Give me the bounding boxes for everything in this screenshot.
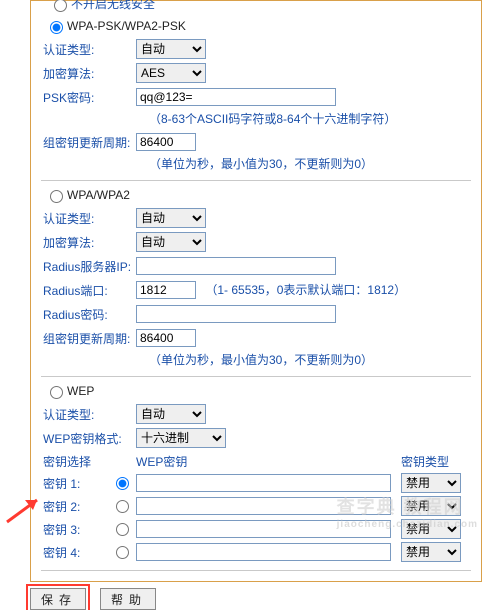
wep-header-row: 密钥选择 WEP密钥 密钥类型 <box>41 453 471 470</box>
security-radio-none[interactable] <box>54 0 67 12</box>
wep-key-row-3: 密钥 3: 禁用 <box>41 519 471 539</box>
save-button[interactable]: 保存 <box>30 588 86 610</box>
separator-1 <box>41 180 471 181</box>
wep-key-radio-3[interactable] <box>116 523 129 536</box>
wep-key-label-3: 密钥 3: <box>41 521 111 538</box>
wpa-gkp-input[interactable] <box>136 329 196 347</box>
security-option-wpa[interactable]: WPA/WPA2 <box>45 187 471 203</box>
wep-key-input-2[interactable] <box>136 497 391 515</box>
radius-port-input[interactable] <box>136 281 196 299</box>
wep-head-key: WEP密钥 <box>136 453 401 470</box>
wpapsk-psk-label: PSK密码: <box>41 89 136 106</box>
radius-pwd-input[interactable] <box>136 305 336 323</box>
wep-key-type-4[interactable]: 禁用 <box>401 542 461 562</box>
security-radio-wpa[interactable] <box>50 190 63 203</box>
wep-head-type: 密钥类型 <box>401 453 471 470</box>
wpapsk-gkp-label: 组密钥更新周期: <box>41 134 136 151</box>
wep-key-row-4: 密钥 4: 禁用 <box>41 542 471 562</box>
wep-auth-label: 认证类型: <box>41 406 136 423</box>
wpapsk-psk-input[interactable] <box>136 88 336 106</box>
help-button[interactable]: 帮助 <box>100 588 156 610</box>
wpa-gkp-hint: （单位为秒，最小值为30，不更新则为0） <box>149 351 471 368</box>
separator-2 <box>41 376 471 377</box>
button-bar: 保存 帮助 <box>30 588 500 610</box>
wep-head-sel: 密钥选择 <box>41 453 136 470</box>
annotation-arrow-icon <box>3 490 47 526</box>
security-option-wpapsk[interactable]: WPA-PSK/WPA2-PSK <box>45 18 471 34</box>
wpa-auth-label: 认证类型: <box>41 210 136 227</box>
wpapsk-algo-label: 加密算法: <box>41 65 136 82</box>
radius-port-hint: （1- 65535，0表示默认端口：1812） <box>205 283 406 297</box>
security-label-none: 不开启无线安全 <box>71 0 155 12</box>
radius-ip-label: Radius服务器IP: <box>41 258 136 275</box>
wep-key-input-3[interactable] <box>136 520 391 538</box>
radius-ip-input[interactable] <box>136 257 336 275</box>
wpapsk-gkp-input[interactable] <box>136 133 196 151</box>
settings-panel: 不开启无线安全 WPA-PSK/WPA2-PSK 认证类型: 自动 加密算法: … <box>30 0 482 582</box>
wep-key-radio-4[interactable] <box>116 546 129 559</box>
security-label-wep: WEP <box>67 384 94 398</box>
security-option-wep[interactable]: WEP <box>45 383 471 399</box>
wep-fmt-label: WEP密钥格式: <box>41 430 136 447</box>
wep-auth-select[interactable]: 自动 <box>136 404 206 424</box>
wep-key-label-4: 密钥 4: <box>41 544 111 561</box>
wep-key-type-1[interactable]: 禁用 <box>401 473 461 493</box>
wep-key-label-2: 密钥 2: <box>41 498 111 515</box>
security-option-none[interactable]: 不开启无线安全 <box>45 0 471 12</box>
wpapsk-auth-label: 认证类型: <box>41 41 136 58</box>
wpa-algo-select[interactable]: 自动 <box>136 232 206 252</box>
wep-key-input-4[interactable] <box>136 543 391 561</box>
wpapsk-algo-select[interactable]: AES <box>136 63 206 83</box>
wpapsk-auth-select[interactable]: 自动 <box>136 39 206 59</box>
wep-key-radio-1[interactable] <box>116 477 129 490</box>
wep-key-input-1[interactable] <box>136 474 391 492</box>
wep-key-type-2[interactable]: 禁用 <box>401 496 461 516</box>
wpa-algo-label: 加密算法: <box>41 234 136 251</box>
wep-key-label-1: 密钥 1: <box>41 475 111 492</box>
security-radio-wpapsk[interactable] <box>50 21 63 34</box>
wpa-gkp-label: 组密钥更新周期: <box>41 330 136 347</box>
separator-3 <box>41 570 471 571</box>
wep-key-row-1: 密钥 1: 禁用 <box>41 473 471 493</box>
wep-key-row-2: 密钥 2: 禁用 <box>41 496 471 516</box>
security-label-wpa: WPA/WPA2 <box>67 188 130 202</box>
radius-port-label: Radius端口: <box>41 282 136 299</box>
radius-pwd-label: Radius密码: <box>41 306 136 323</box>
security-label-wpapsk: WPA-PSK/WPA2-PSK <box>67 19 186 33</box>
security-radio-wep[interactable] <box>50 386 63 399</box>
wep-key-radio-2[interactable] <box>116 500 129 513</box>
wep-fmt-select[interactable]: 十六进制 <box>136 428 226 448</box>
wep-key-type-3[interactable]: 禁用 <box>401 519 461 539</box>
wpapsk-gkp-hint: （单位为秒，最小值为30，不更新则为0） <box>149 155 471 172</box>
wpapsk-psk-hint: （8-63个ASCII码字符或8-64个十六进制字符） <box>149 110 471 127</box>
wpa-auth-select[interactable]: 自动 <box>136 208 206 228</box>
